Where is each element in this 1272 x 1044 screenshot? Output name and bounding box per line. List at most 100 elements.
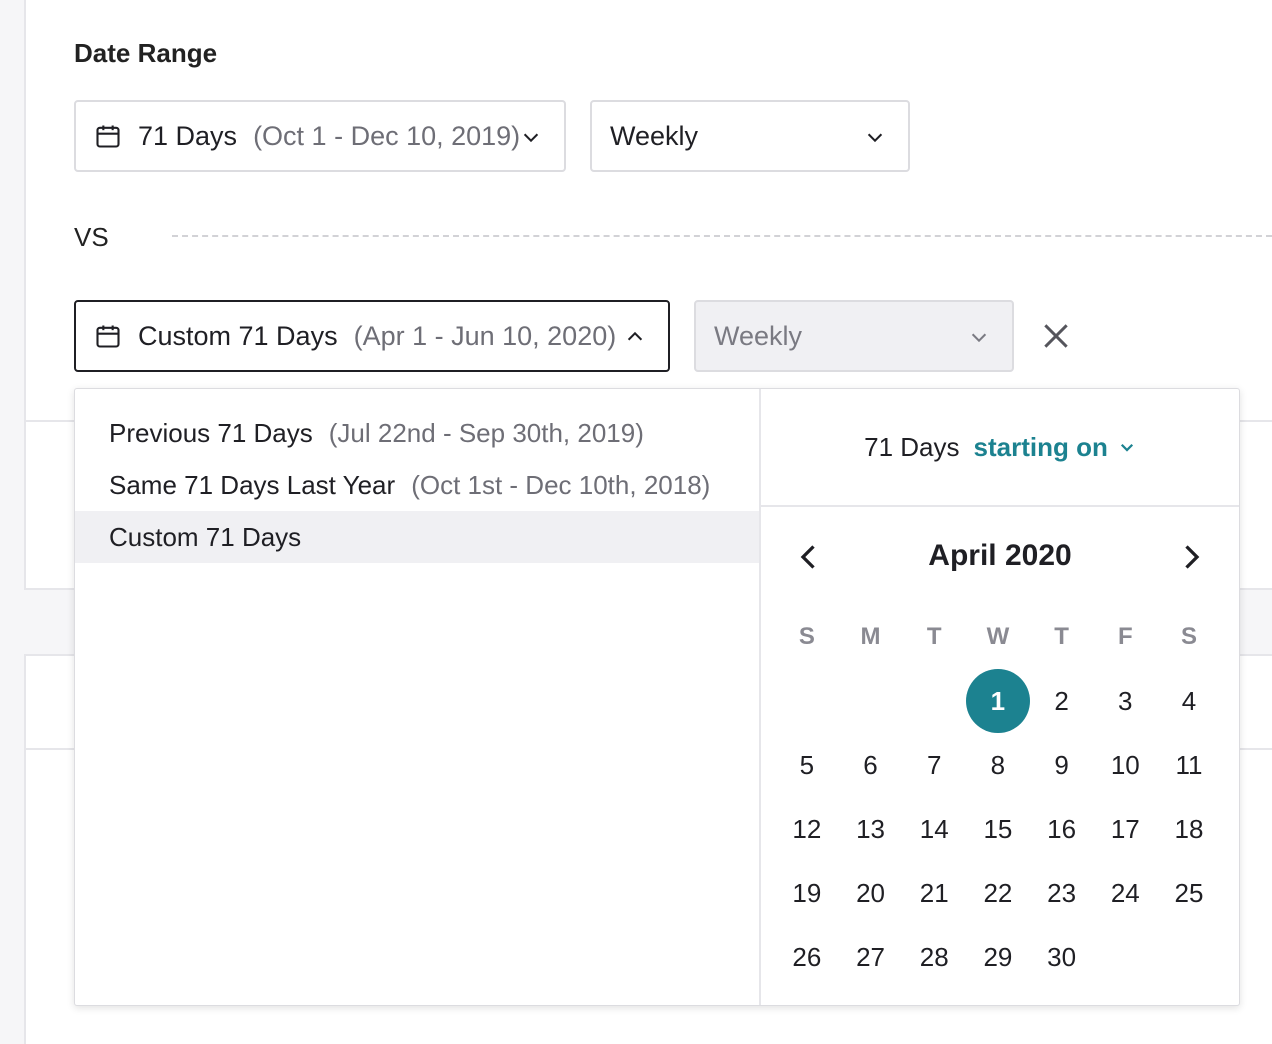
- weekday-header: S: [1180, 623, 1197, 650]
- calendar-empty-cell: [902, 669, 966, 733]
- chevron-down-icon: [867, 133, 883, 143]
- calendar-day[interactable]: 23: [1030, 861, 1094, 925]
- calendar-day[interactable]: 2: [1030, 669, 1094, 733]
- weekday-header: F: [1117, 623, 1133, 650]
- calendar-day-number: 13: [856, 813, 885, 844]
- calendar-day-number: 2: [1054, 685, 1069, 716]
- calendar-day[interactable]: 9: [1030, 733, 1094, 797]
- primary-range-label: 71 Days: [138, 120, 238, 151]
- calendar-day[interactable]: 14: [902, 797, 966, 861]
- calendar-day-number: 9: [1054, 749, 1069, 780]
- chevron-up-icon: [627, 331, 643, 341]
- primary-interval-select[interactable]: Weekly: [590, 100, 910, 172]
- option-same-period-last-year[interactable]: Same 71 Days Last Year (Oct 1st - Dec 10…: [75, 459, 759, 511]
- chevron-right-icon[interactable]: [1173, 539, 1209, 575]
- calendar-day[interactable]: 13: [839, 797, 903, 861]
- calendar-header: 71 Days starting on: [761, 389, 1239, 507]
- calendar-day[interactable]: 26: [775, 925, 839, 989]
- calendar-day[interactable]: 30: [1030, 925, 1094, 989]
- calendar-day[interactable]: 4: [1157, 669, 1221, 733]
- compare-range-label: Custom 71 Days: [138, 320, 338, 351]
- compare-interval-label: Weekly: [714, 320, 803, 351]
- compare-range-dates: (Apr 1 - Jun 10, 2020): [353, 320, 617, 351]
- calendar-day-number: 24: [1110, 877, 1140, 908]
- calendar-day[interactable]: 25: [1157, 861, 1221, 925]
- calendar-day[interactable]: 22: [966, 861, 1030, 925]
- calendar-day[interactable]: 11: [1157, 733, 1221, 797]
- option-label: Previous 71 Days: [109, 417, 313, 448]
- calendar-day[interactable]: 17: [1093, 797, 1157, 861]
- calendar-day-number: 7: [926, 749, 942, 780]
- calendar-day-number: 28: [919, 941, 949, 972]
- calendar-day-number: 14: [919, 813, 949, 844]
- calendar-day-number: 8: [990, 749, 1006, 780]
- calendar-day-number: 30: [1047, 941, 1077, 972]
- weekday-header: M: [860, 623, 881, 650]
- calendar-day[interactable]: 10: [1093, 733, 1157, 797]
- compare-interval-select[interactable]: Weekly: [694, 300, 1014, 372]
- calendar-day[interactable]: 8: [966, 733, 1030, 797]
- card-divider: [24, 420, 76, 422]
- vs-divider: [172, 235, 1272, 237]
- calendar-day[interactable]: 3: [1093, 669, 1157, 733]
- calendar-day[interactable]: 20: [839, 861, 903, 925]
- calendar-day-number: 22: [983, 877, 1013, 908]
- calendar-day-number: 5: [799, 749, 815, 780]
- weekday-header: W: [986, 623, 1010, 650]
- calendar-day[interactable]: 5: [775, 733, 839, 797]
- calendar-day-number: 20: [856, 877, 885, 908]
- option-label: Same 71 Days Last Year: [109, 469, 396, 500]
- calendar-day-number: 23: [1047, 877, 1077, 908]
- chevron-down-icon: [971, 333, 987, 343]
- calendar-day-selected[interactable]: 1: [966, 669, 1030, 733]
- option-label: Custom 71 Days: [109, 521, 302, 552]
- calendar-day-number: 21: [919, 877, 949, 908]
- weekday-header: T: [926, 623, 942, 650]
- calendar-day-number: 3: [1118, 685, 1133, 716]
- calendar-day-number: 1: [966, 669, 1030, 733]
- calendar-day[interactable]: 24: [1093, 861, 1157, 925]
- close-icon[interactable]: [1040, 320, 1072, 352]
- calendar-day[interactable]: 21: [902, 861, 966, 925]
- calendar-empty-cell: [775, 669, 839, 733]
- section-title: Date Range: [74, 38, 218, 68]
- vs-label: VS: [74, 222, 109, 252]
- calendar-day[interactable]: 12: [775, 797, 839, 861]
- calendar-day-number: 11: [1175, 749, 1203, 780]
- calendar-day-number: 25: [1174, 877, 1204, 908]
- duration-label: 71 Days: [864, 431, 960, 462]
- calendar-day-number: 26: [792, 941, 822, 972]
- option-previous-period[interactable]: Previous 71 Days (Jul 22nd - Sep 30th, 2…: [75, 407, 759, 459]
- calendar-day[interactable]: 7: [902, 733, 966, 797]
- calendar-icon: [96, 325, 120, 348]
- compare-date-range-select[interactable]: Custom 71 Days (Apr 1 - Jun 10, 2020): [74, 300, 670, 372]
- calendar-icon: [96, 125, 120, 148]
- calendar-day[interactable]: 28: [902, 925, 966, 989]
- chevron-down-icon[interactable]: [1118, 438, 1136, 456]
- primary-range-dates: (Oct 1 - Dec 10, 2019): [253, 120, 521, 151]
- option-dates: (Jul 22nd - Sep 30th, 2019): [328, 417, 644, 448]
- calendar-day-number: 19: [792, 877, 822, 908]
- calendar-day[interactable]: 6: [839, 733, 903, 797]
- calendar-day-number: 10: [1110, 749, 1140, 780]
- option-custom[interactable]: Custom 71 Days: [75, 511, 759, 563]
- calendar-day-number: 27: [856, 941, 885, 972]
- option-dates: (Oct 1st - Dec 10th, 2018): [411, 469, 711, 500]
- chevron-down-icon: [523, 133, 539, 143]
- calendar-day[interactable]: 18: [1157, 797, 1221, 861]
- calendar-grid: S M T W T F S 1 2 3 4 5 6 7 8 9 10 11 12 13 14 15 16 17 18 19 20 21…: [775, 605, 1221, 989]
- month-title: April 2020: [928, 539, 1072, 572]
- calendar-day-number: 12: [792, 813, 822, 844]
- calendar-day-number: 4: [1181, 685, 1197, 716]
- weekday-header: T: [1054, 623, 1069, 650]
- calendar-day[interactable]: 16: [1030, 797, 1094, 861]
- calendar-day-number: 29: [983, 941, 1013, 972]
- start-mode-toggle[interactable]: starting on: [974, 432, 1108, 463]
- primary-date-range-select[interactable]: 71 Days (Oct 1 - Dec 10, 2019): [74, 100, 566, 172]
- calendar-day[interactable]: 19: [775, 861, 839, 925]
- primary-interval-label: Weekly: [610, 120, 699, 151]
- calendar-day[interactable]: 15: [966, 797, 1030, 861]
- calendar-day[interactable]: 27: [839, 925, 903, 989]
- calendar-day[interactable]: 29: [966, 925, 1030, 989]
- calendar-day-number: 17: [1110, 813, 1140, 844]
